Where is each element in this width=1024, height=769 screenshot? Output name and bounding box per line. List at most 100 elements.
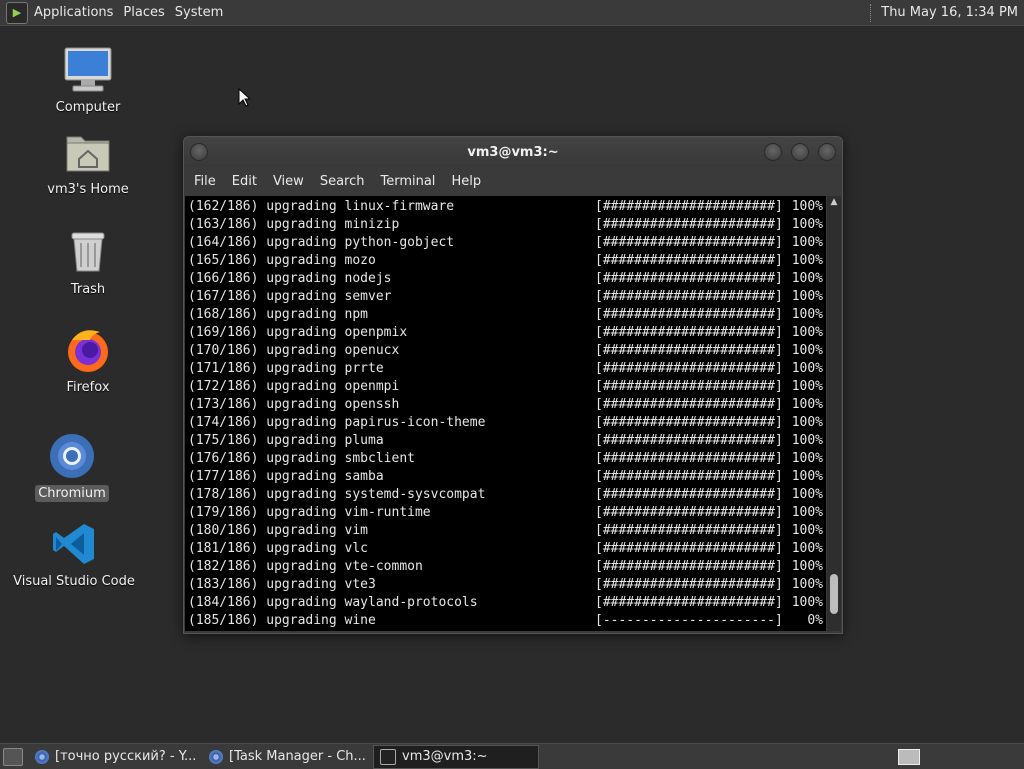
terminal-scrollbar[interactable]: ▲ (827, 196, 841, 631)
terminal-progress-percent: 100% (791, 379, 823, 394)
terminal-progress-bar: [######################] (595, 307, 783, 322)
terminal-line-text: (173/186) upgrading openssh (188, 397, 400, 412)
terminal-line: (172/186) upgrading openmpi [############… (188, 378, 826, 396)
top-panel: ▶ Applications Places System Thu May 16,… (0, 0, 1024, 26)
terminal-progress-percent: 100% (791, 433, 823, 448)
system-menu[interactable]: System (173, 5, 231, 20)
terminal-line-text: (175/186) upgrading pluma (188, 433, 384, 448)
terminal-line: (185/186) upgrading wine [---------------… (188, 612, 826, 630)
terminal-progress-percent: 100% (791, 469, 823, 484)
clock[interactable]: Thu May 16, 1:34 PM (881, 5, 1024, 20)
minimize-button[interactable] (764, 143, 782, 161)
terminal-progress-bar: [######################] (595, 451, 783, 466)
terminal-line: (176/186) upgrading smbclient [##########… (188, 450, 826, 468)
firefox-icon (62, 324, 114, 376)
terminal-line: (167/186) upgrading semver [#############… (188, 288, 826, 306)
task-button-browser-1[interactable]: [точно русский? - Y... (29, 746, 201, 768)
terminal-progress-percent: 100% (791, 523, 823, 538)
maximize-button[interactable] (791, 143, 809, 161)
home-folder-icon (62, 126, 114, 178)
menu-terminal[interactable]: Terminal (372, 174, 443, 189)
computer-icon (62, 44, 114, 96)
menu-search[interactable]: Search (312, 174, 373, 189)
terminal-progress-percent: 100% (791, 235, 823, 250)
terminal-progress-percent: 100% (791, 505, 823, 520)
desktop-icon-label: Firefox (66, 380, 110, 395)
terminal-line-text: (180/186) upgrading vim (188, 523, 369, 538)
terminal-line-text: (174/186) upgrading papirus-icon-theme (188, 415, 486, 430)
task-label: vm3@vm3:~ (402, 749, 488, 764)
terminal-line: (166/186) upgrading nodejs [#############… (188, 270, 826, 288)
terminal-progress-percent: 100% (791, 253, 823, 268)
desktop-icon-home[interactable]: vm3's Home (18, 126, 158, 198)
desktop-icon-vscode[interactable]: Visual Studio Code (4, 518, 144, 590)
terminal-line-text: (183/186) upgrading vte3 (188, 577, 376, 592)
terminal-line: (179/186) upgrading vim-runtime [########… (188, 504, 826, 522)
close-button[interactable] (818, 143, 836, 161)
terminal-line-text: (181/186) upgrading vlc (188, 541, 369, 556)
terminal-progress-percent: 100% (791, 307, 823, 322)
terminal-progress-bar: [######################] (595, 559, 783, 574)
terminal-progress-bar: [######################] (595, 505, 783, 520)
terminal-line-text: (182/186) upgrading vte-common (188, 559, 423, 574)
scroll-up-icon[interactable]: ▲ (827, 196, 841, 208)
terminal-progress-percent: 100% (791, 559, 823, 574)
workspace-switcher[interactable] (898, 748, 920, 765)
terminal-progress-percent: 100% (791, 397, 823, 412)
window-menu-button[interactable] (190, 143, 208, 161)
terminal-line-text: (168/186) upgrading npm (188, 307, 369, 322)
applications-menu[interactable]: Applications (32, 5, 121, 20)
terminal-line: (183/186) upgrading vte3 [###############… (188, 576, 826, 594)
terminal-progress-bar: [######################] (595, 361, 783, 376)
terminal-line: (184/186) upgrading wayland-protocols [##… (188, 594, 826, 612)
terminal-progress-bar: [######################] (595, 271, 783, 286)
task-button-browser-2[interactable]: [Task Manager - Ch... (203, 746, 371, 768)
terminal-progress-percent: 100% (791, 415, 823, 430)
menu-help[interactable]: Help (443, 174, 489, 189)
terminal-progress-bar: [######################] (595, 577, 783, 592)
distro-logo-icon[interactable]: ▶ (6, 1, 28, 24)
terminal-line-text: (162/186) upgrading linux-firmware (188, 199, 455, 214)
terminal-line: (164/186) upgrading python-gobject [#####… (188, 234, 826, 252)
clock-area: Thu May 16, 1:34 PM (870, 3, 1024, 22)
browser-icon (35, 749, 49, 764)
terminal-progress-bar: [######################] (595, 289, 783, 304)
terminal-line: (165/186) upgrading mozo [###############… (188, 252, 826, 270)
terminal-progress-bar: [######################] (595, 523, 783, 538)
terminal-line: (182/186) upgrading vte-common [#########… (188, 558, 826, 576)
task-button-terminal[interactable]: vm3@vm3:~ (373, 744, 539, 769)
terminal-menubar: File Edit View Search Terminal Help (184, 167, 842, 195)
terminal-progress-bar: [######################] (595, 217, 783, 232)
terminal-line-text: (172/186) upgrading openmpi (188, 379, 400, 394)
desktop-icon-trash[interactable]: Trash (18, 226, 158, 298)
places-menu[interactable]: Places (121, 5, 172, 20)
terminal-progress-bar: [######################] (595, 325, 783, 340)
browser-icon (209, 749, 223, 764)
terminal-icon (380, 748, 396, 765)
scrollbar-thumb[interactable] (830, 574, 838, 614)
terminal-progress-bar: [######################] (595, 343, 783, 358)
terminal-progress-bar: [######################] (595, 433, 783, 448)
desktop-icon-firefox[interactable]: Firefox (18, 324, 158, 396)
terminal-progress-percent: 100% (791, 343, 823, 358)
window-title: vm3@vm3:~ (467, 144, 559, 160)
desktop-icon-label: Chromium (35, 485, 109, 502)
terminal-line: (162/186) upgrading linux-firmware [#####… (188, 198, 826, 216)
show-desktop-icon[interactable] (3, 747, 23, 766)
desktop-icon-label: Visual Studio Code (13, 574, 135, 589)
terminal-progress-percent: 0% (807, 613, 823, 628)
menu-file[interactable]: File (186, 174, 224, 189)
desktop-icon-computer[interactable]: Computer (18, 44, 158, 116)
terminal-progress-percent: 100% (791, 199, 823, 214)
terminal-window[interactable]: vm3@vm3:~ File Edit View Search Terminal… (183, 136, 843, 634)
desktop-icon-chromium[interactable]: Chromium (2, 430, 142, 502)
trash-icon (62, 226, 114, 278)
task-label: [Task Manager - Ch... (229, 749, 366, 764)
terminal-lines: (162/186) upgrading linux-firmware [#####… (185, 196, 826, 630)
menu-edit[interactable]: Edit (224, 174, 265, 189)
terminal-output[interactable]: (162/186) upgrading linux-firmware [#####… (185, 196, 826, 631)
terminal-progress-bar: [######################] (595, 541, 783, 556)
window-titlebar[interactable]: vm3@vm3:~ (184, 137, 842, 167)
terminal-line-text: (169/186) upgrading openpmix (188, 325, 408, 340)
menu-view[interactable]: View (265, 174, 312, 189)
